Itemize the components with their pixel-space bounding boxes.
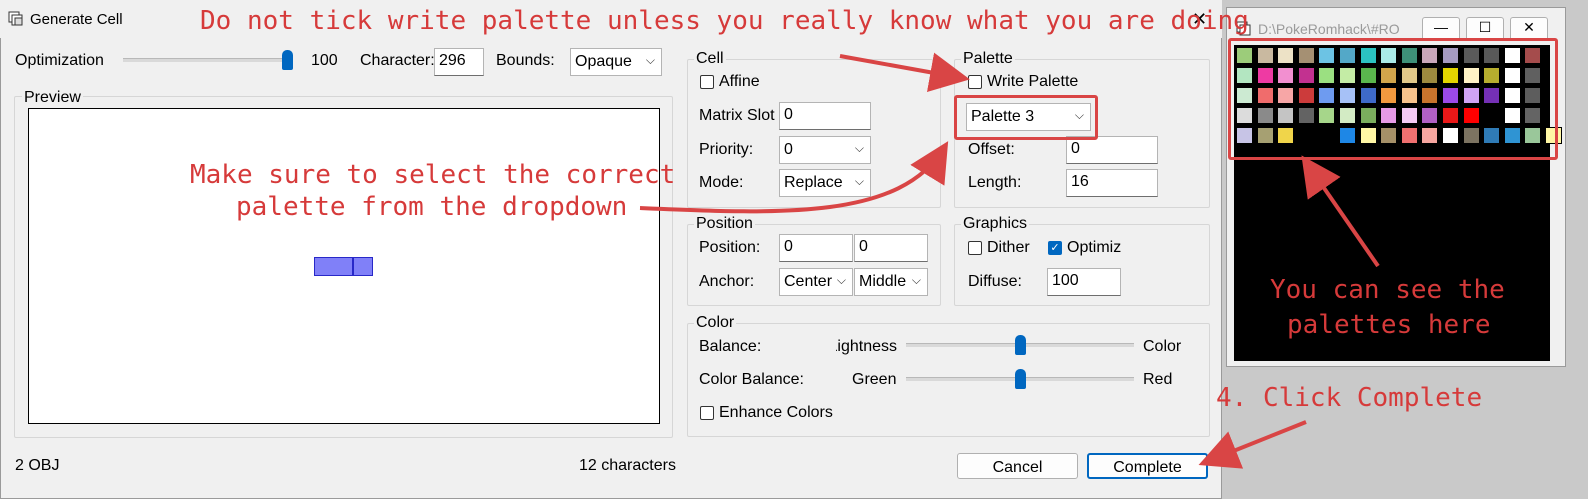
arrow-complete xyxy=(1198,420,1307,469)
annotation-right-line1: You can see the xyxy=(1270,275,1505,305)
annotation-top: Do not tick write palette unless you rea… xyxy=(200,6,1249,36)
arrow-write-palette xyxy=(839,52,970,93)
annotation-middle-line2: palette from the dropdown xyxy=(236,192,628,222)
annotation-step: 4. Click Complete xyxy=(1216,383,1483,413)
annotation-right-line2: palettes here xyxy=(1287,310,1491,340)
arrow-palette-grid xyxy=(1301,155,1380,268)
annotation-arrows xyxy=(639,52,1380,469)
arrow-palette-dropdown xyxy=(639,141,949,214)
annotation-middle-line1: Make sure to select the correct xyxy=(190,160,676,190)
